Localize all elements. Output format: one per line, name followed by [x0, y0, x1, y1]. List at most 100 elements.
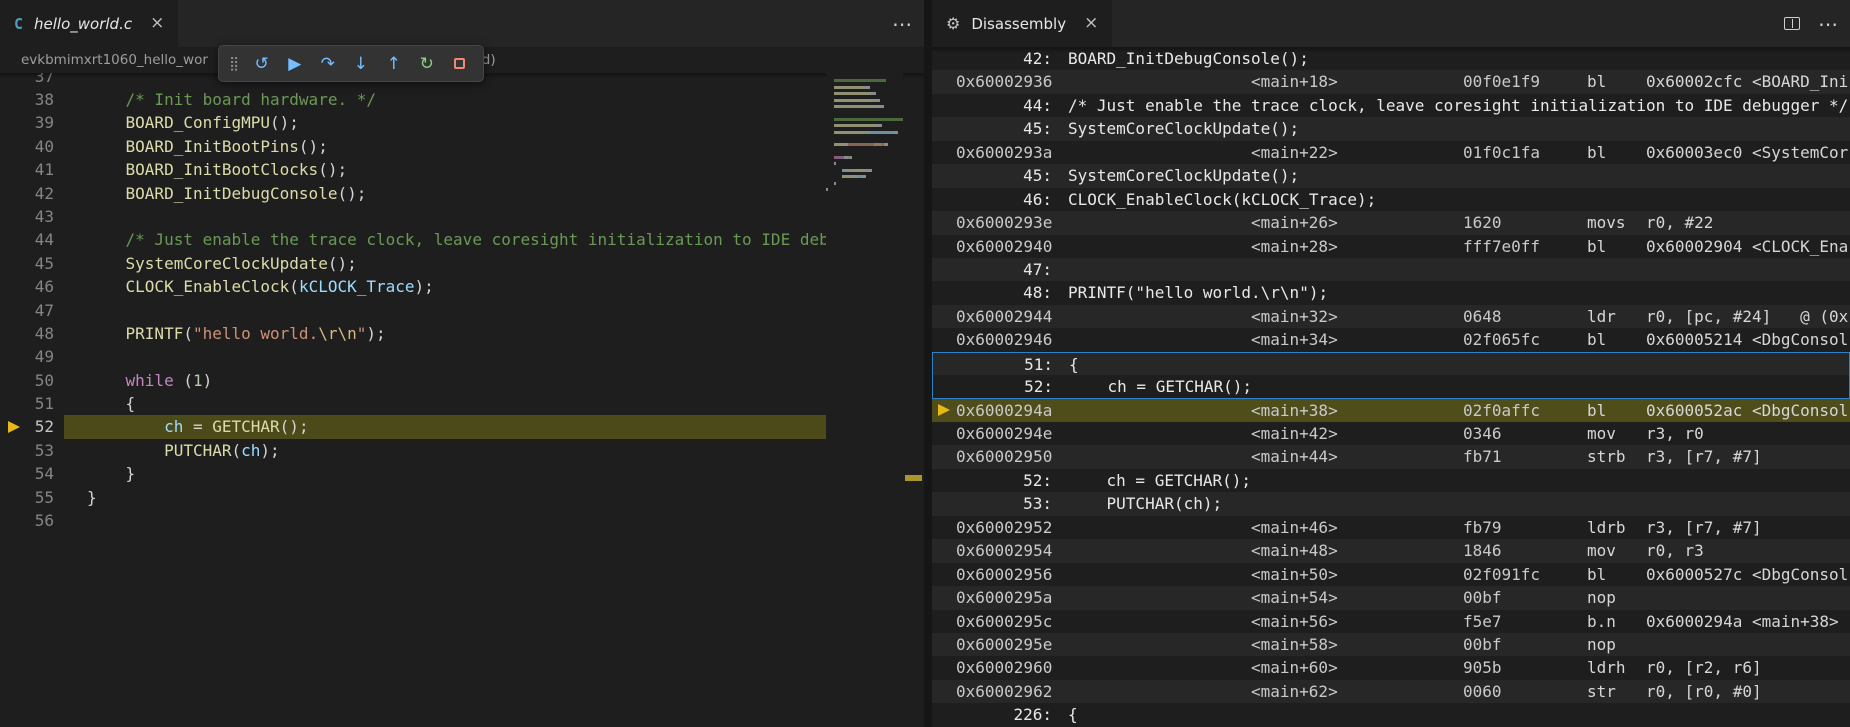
- breakpoint-margin[interactable]: [0, 182, 28, 205]
- more-actions-icon[interactable]: ⋯: [1818, 12, 1838, 36]
- step-into-button[interactable]: ↓: [347, 50, 374, 77]
- disasm-source-row[interactable]: 52: ch = GETCHAR();: [932, 469, 1850, 492]
- code-line-40[interactable]: 40 BOARD_InitBootPins();: [0, 135, 826, 158]
- editor-group-sash[interactable]: [924, 0, 932, 727]
- disasm-instruction-row[interactable]: 0x60002946<main+34>02f065fcbl0x60005214 …: [932, 328, 1850, 351]
- disasm-source-row[interactable]: 45:SystemCoreClockUpdate();: [932, 164, 1850, 187]
- minimap-segment: [834, 143, 846, 146]
- code-line-38[interactable]: 38 /* Init board hardware. */: [0, 88, 826, 111]
- breakpoint-margin[interactable]: [0, 462, 28, 485]
- code-line-48[interactable]: 48 PRINTF("hello world.\r\n");: [0, 322, 826, 345]
- disasm-instruction-row[interactable]: 0x6000295a<main+54>00bfnop: [932, 586, 1850, 609]
- breakpoint-margin[interactable]: [0, 205, 28, 228]
- step-over-button[interactable]: ↷: [314, 50, 341, 77]
- breakpoint-margin[interactable]: [0, 228, 28, 251]
- disasm-source-row[interactable]: 52: ch = GETCHAR();: [932, 375, 1850, 398]
- breakpoint-margin[interactable]: [0, 509, 28, 532]
- breakpoint-margin[interactable]: [0, 369, 28, 392]
- code-line-41[interactable]: 41 BOARD_InitBootClocks();: [0, 158, 826, 181]
- reset-button[interactable]: ↺: [248, 50, 275, 77]
- disasm-source-row[interactable]: 42:BOARD_InitDebugConsole();: [932, 47, 1850, 70]
- code-line-54[interactable]: 54 }: [0, 462, 826, 485]
- code-line-49[interactable]: 49: [0, 345, 826, 368]
- breakpoint-margin[interactable]: [0, 392, 28, 415]
- breakpoint-margin[interactable]: [0, 322, 28, 345]
- disasm-instruction-row[interactable]: 0x60002962<main+62>0060strr0, [r0, #0]: [932, 680, 1850, 703]
- disasm-instruction-row[interactable]: 0x60002950<main+44>fb71strbr3, [r7, #7]: [932, 445, 1850, 468]
- breakpoint-margin[interactable]: [0, 135, 28, 158]
- split-editor-icon[interactable]: [1784, 17, 1800, 30]
- minimap[interactable]: [826, 73, 903, 727]
- disasm-source-row[interactable]: 53: PUTCHAR(ch);: [932, 492, 1850, 515]
- toolbar-gripper-icon[interactable]: ⣿: [229, 56, 239, 72]
- code-line-52[interactable]: 52 ch = GETCHAR();: [0, 415, 826, 438]
- editor-group-actions: ⋯: [1784, 0, 1838, 47]
- code-line-45[interactable]: 45 SystemCoreClockUpdate();: [0, 252, 826, 275]
- more-actions-icon[interactable]: ⋯: [892, 12, 912, 36]
- disasm-instruction-row[interactable]: 0x6000294a<main+38>02f0affcbl0x600052ac …: [932, 399, 1850, 422]
- disasm-instruction-row[interactable]: 0x60002956<main+50>02f091fcbl0x6000527c …: [932, 563, 1850, 586]
- disasm-source-row[interactable]: 45:SystemCoreClockUpdate();: [932, 117, 1850, 140]
- breakpoint-margin[interactable]: [0, 439, 28, 462]
- disasm-instruction-row[interactable]: 0x6000295e<main+58>00bfnop: [932, 633, 1850, 656]
- code-line-51[interactable]: 51 {: [0, 392, 826, 415]
- code-line-42[interactable]: 42 BOARD_InitDebugConsole();: [0, 182, 826, 205]
- code-line-46[interactable]: 46 CLOCK_EnableClock(kCLOCK_Trace);: [0, 275, 826, 298]
- disasm-instruction-row[interactable]: 0x6000293a<main+22>01f0c1fabl0x60003ec0 …: [932, 141, 1850, 164]
- line-number: 45: [28, 252, 54, 275]
- breakpoint-margin[interactable]: [0, 486, 28, 509]
- breakpoint-margin[interactable]: [0, 415, 28, 438]
- code-line-53[interactable]: 53 PUTCHAR(ch);: [0, 439, 826, 462]
- disasm-instruction-row[interactable]: 0x60002936<main+18>00f0e1f9bl0x60002cfc …: [932, 70, 1850, 93]
- continue-button[interactable]: ▶: [281, 50, 308, 77]
- disasm-source-row[interactable]: 48:PRINTF("hello world.\r\n");: [932, 281, 1850, 304]
- disasm-instruction-row[interactable]: 0x60002944<main+32>0648ldrr0, [pc, #24] …: [932, 305, 1850, 328]
- minimap-segment: [826, 92, 834, 95]
- code-line-47[interactable]: 47: [0, 299, 826, 322]
- disasm-source-row[interactable]: 46:CLOCK_EnableClock(kCLOCK_Trace);: [932, 188, 1850, 211]
- tab-disassembly[interactable]: ⚙ Disassembly ×: [932, 0, 1113, 47]
- code-line-56[interactable]: 56: [0, 509, 826, 532]
- symbol-offset: <main+18>: [1251, 70, 1338, 93]
- breakpoint-margin[interactable]: [0, 158, 28, 181]
- minimap-line: [826, 162, 903, 165]
- breakpoint-margin[interactable]: [0, 111, 28, 134]
- close-tab-icon[interactable]: ×: [1084, 15, 1098, 32]
- minimap-line: [826, 124, 903, 127]
- code-line-39[interactable]: 39 BOARD_ConfigMPU();: [0, 111, 826, 134]
- overview-ruler[interactable]: [903, 73, 924, 727]
- breakpoint-margin[interactable]: [0, 252, 28, 275]
- breakpoint-margin[interactable]: [0, 275, 28, 298]
- disasm-source-row[interactable]: 44:/* Just enable the trace clock, leave…: [932, 94, 1850, 117]
- code-line-55[interactable]: 55}: [0, 486, 826, 509]
- source-code-text: SystemCoreClockUpdate();: [1068, 117, 1299, 140]
- breadcrumb-path-left[interactable]: evkbmimxrt1060_hello_wor: [21, 52, 208, 68]
- close-tab-icon[interactable]: ×: [150, 15, 164, 32]
- disasm-instruction-row[interactable]: 0x60002960<main+60>905bldrhr0, [r2, r6]: [932, 656, 1850, 679]
- minimap-line: [826, 111, 903, 114]
- code-line-50[interactable]: 50 while (1): [0, 369, 826, 392]
- breakpoint-margin[interactable]: [0, 88, 28, 111]
- disasm-instruction-row[interactable]: 0x6000294e<main+42>0346movr3, r0: [932, 422, 1850, 445]
- disasm-instruction-row[interactable]: 0x6000293e<main+26>1620movsr0, #22: [932, 211, 1850, 234]
- tab-hello-world-c[interactable]: C hello_world.c ×: [0, 0, 179, 47]
- stop-button[interactable]: [446, 50, 473, 77]
- mnemonic: ldrb: [1587, 516, 1626, 539]
- code-line-43[interactable]: 43: [0, 205, 826, 228]
- code-editor[interactable]: 3738 /* Init board hardware. */39 BOARD_…: [0, 73, 924, 727]
- disasm-source-row[interactable]: 226:{: [932, 703, 1850, 726]
- disasm-instruction-row[interactable]: 0x60002954<main+48>1846movr0, r3: [932, 539, 1850, 562]
- minimap-segment: [826, 105, 834, 108]
- restart-button[interactable]: ↻: [413, 50, 440, 77]
- disasm-source-row[interactable]: 51:{: [932, 352, 1850, 375]
- disasm-instruction-row[interactable]: 0x60002952<main+46>fb79ldrbr3, [r7, #7]: [932, 516, 1850, 539]
- breakpoint-margin[interactable]: [0, 299, 28, 322]
- disasm-instruction-row[interactable]: 0x6000295c<main+56>f5e7b.n0x6000294a <ma…: [932, 610, 1850, 633]
- disasm-source-row[interactable]: 47:: [932, 258, 1850, 281]
- breakpoint-margin[interactable]: [0, 73, 28, 88]
- disasm-instruction-row[interactable]: 0x60002940<main+28>fff7e0ffbl0x60002904 …: [932, 235, 1850, 258]
- step-out-button[interactable]: ↑: [380, 50, 407, 77]
- source-line-number: 44:: [956, 94, 1052, 117]
- code-line-44[interactable]: 44 /* Just enable the trace clock, leave…: [0, 228, 826, 251]
- breakpoint-margin[interactable]: [0, 345, 28, 368]
